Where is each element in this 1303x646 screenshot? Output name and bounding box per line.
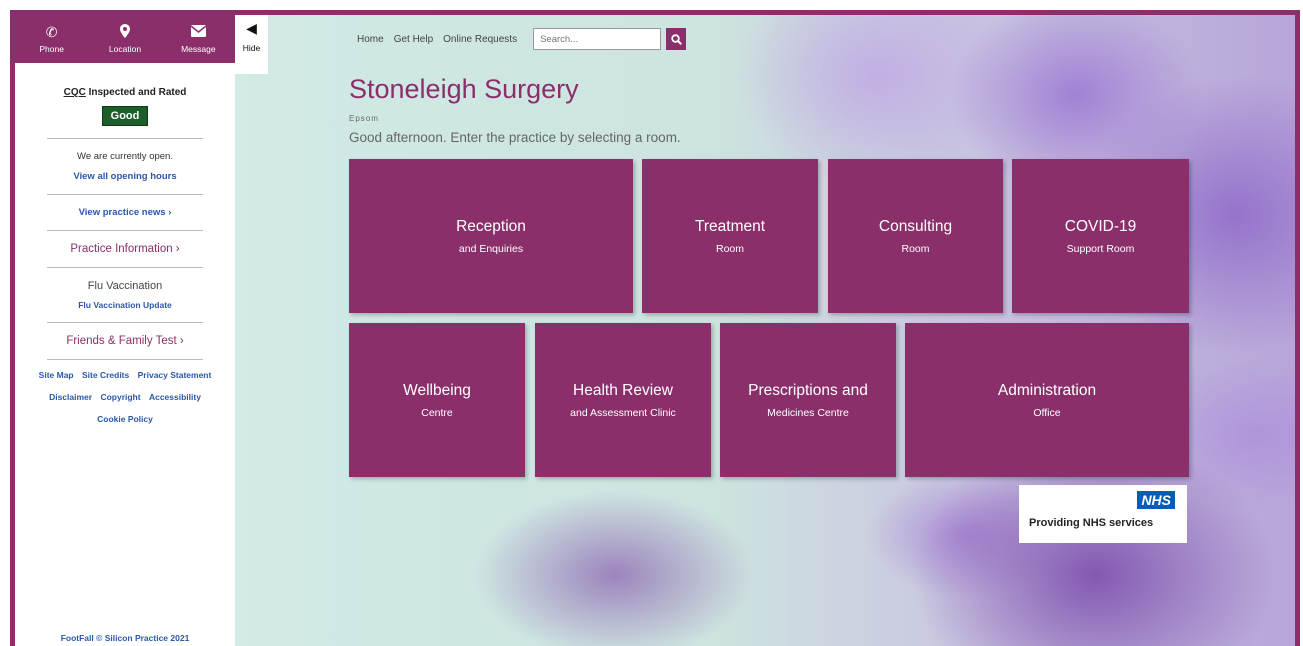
- room-subtitle: Medicines Centre: [767, 406, 849, 419]
- divider: [47, 230, 203, 231]
- copyright-text[interactable]: FootFall © Silicon Practice 2021: [15, 633, 235, 643]
- nav-online-requests[interactable]: Online Requests: [443, 34, 517, 45]
- greeting-text: Good afternoon. Enter the practice by se…: [349, 130, 681, 145]
- disclaimer-link[interactable]: Disclaimer: [49, 392, 92, 402]
- room-title: Treatment: [694, 217, 766, 235]
- practice-location: Epsom: [349, 114, 379, 123]
- message-button[interactable]: Message: [163, 24, 233, 54]
- room-reception[interactable]: Reception and Enquiries: [349, 159, 633, 313]
- nav-home[interactable]: Home: [357, 34, 384, 45]
- contact-bar: ✆ Phone Location Message: [15, 15, 235, 63]
- hide-label: Hide: [242, 43, 261, 53]
- room-title: Health Review: [573, 381, 673, 399]
- room-covid-19[interactable]: COVID-19 Support Room: [1012, 159, 1189, 313]
- room-title: Prescriptions and: [748, 381, 868, 399]
- cookie-policy-link[interactable]: Cookie Policy: [97, 414, 153, 424]
- divider: [47, 138, 203, 139]
- site-credits-link[interactable]: Site Credits: [82, 370, 129, 380]
- caret-left-icon: ◀: [246, 20, 257, 36]
- friends-family-test-link[interactable]: Friends & Family Test ›: [27, 335, 223, 347]
- envelope-icon: [190, 24, 207, 42]
- divider: [47, 359, 203, 360]
- copyright-link[interactable]: Copyright: [100, 392, 140, 402]
- nav-get-help[interactable]: Get Help: [394, 34, 433, 45]
- opening-hours-link[interactable]: View all opening hours: [27, 171, 223, 182]
- phone-icon: ✆: [45, 24, 58, 40]
- room-subtitle: and Assessment Clinic: [570, 406, 676, 419]
- room-subtitle: Support Room: [1066, 242, 1135, 255]
- room-title: Administration: [997, 381, 1097, 399]
- site-map-link[interactable]: Site Map: [39, 370, 74, 380]
- privacy-statement-link[interactable]: Privacy Statement: [138, 370, 212, 380]
- room-title: Consulting: [878, 217, 953, 235]
- search-input[interactable]: [533, 28, 662, 50]
- divider: [47, 322, 203, 323]
- room-wellbeing[interactable]: Wellbeing Centre: [349, 323, 525, 477]
- nhs-badge[interactable]: NHS Providing NHS services: [1019, 485, 1187, 543]
- cqc-heading: CQC Inspected and Rated: [27, 87, 223, 98]
- room-administration[interactable]: Administration Office: [905, 323, 1189, 477]
- page-title: Stoneleigh Surgery: [349, 74, 579, 104]
- room-subtitle: Room: [901, 242, 930, 255]
- room-health-review[interactable]: Health Review and Assessment Clinic: [535, 323, 711, 477]
- divider: [47, 267, 203, 268]
- search-button[interactable]: [666, 28, 687, 50]
- flu-vaccination-update-link[interactable]: Flu Vaccination Update: [27, 300, 223, 310]
- cqc-heading-text: Inspected and Rated: [85, 87, 187, 98]
- nhs-logo: NHS: [1137, 491, 1175, 509]
- location-pin-icon: [119, 24, 130, 42]
- divider: [47, 194, 203, 195]
- flu-vaccination-heading: Flu Vaccination: [87, 280, 163, 292]
- cqc-rating-badge[interactable]: Good: [101, 106, 149, 126]
- open-status-prefix: We are currently: [77, 151, 150, 162]
- search-icon: [670, 33, 682, 45]
- room-prescriptions[interactable]: Prescriptions and Medicines Centre: [720, 323, 896, 477]
- room-title: Wellbeing: [403, 381, 471, 399]
- room-subtitle: and Enquiries: [458, 242, 524, 255]
- accessibility-link[interactable]: Accessibility: [149, 392, 201, 402]
- room-title: Reception: [456, 217, 526, 235]
- room-treatment[interactable]: Treatment Room: [642, 159, 818, 313]
- open-status-value: open.: [149, 151, 173, 162]
- page-frame: ✆ Phone Location Message CQC Inspected a…: [10, 10, 1300, 646]
- cqc-link[interactable]: CQC: [64, 87, 86, 98]
- room-subtitle: Office: [1033, 406, 1061, 419]
- practice-news-link[interactable]: View practice news ›: [27, 207, 223, 218]
- top-nav: Home Get Help Online Requests: [357, 28, 687, 50]
- footer-links: Site Map Site Credits Privacy Statement …: [15, 364, 235, 430]
- location-button[interactable]: Location: [90, 24, 160, 54]
- location-label: Location: [108, 44, 142, 54]
- sidebar: ✆ Phone Location Message CQC Inspected a…: [15, 15, 235, 646]
- practice-information-link[interactable]: Practice Information ›: [27, 243, 223, 255]
- phone-button[interactable]: ✆ Phone: [17, 24, 87, 54]
- hide-sidebar-button[interactable]: ◀ Hide: [235, 15, 268, 74]
- room-consulting[interactable]: Consulting Room: [828, 159, 1003, 313]
- message-label: Message: [181, 44, 216, 54]
- room-subtitle: Centre: [421, 406, 453, 419]
- phone-label: Phone: [39, 44, 64, 54]
- room-title: COVID-19: [1064, 217, 1137, 235]
- nhs-text: Providing NHS services: [1029, 517, 1154, 529]
- room-subtitle: Room: [715, 242, 744, 255]
- sidebar-body: CQC Inspected and Rated Good We are curr…: [15, 87, 235, 360]
- open-status: We are currently open.: [27, 151, 223, 162]
